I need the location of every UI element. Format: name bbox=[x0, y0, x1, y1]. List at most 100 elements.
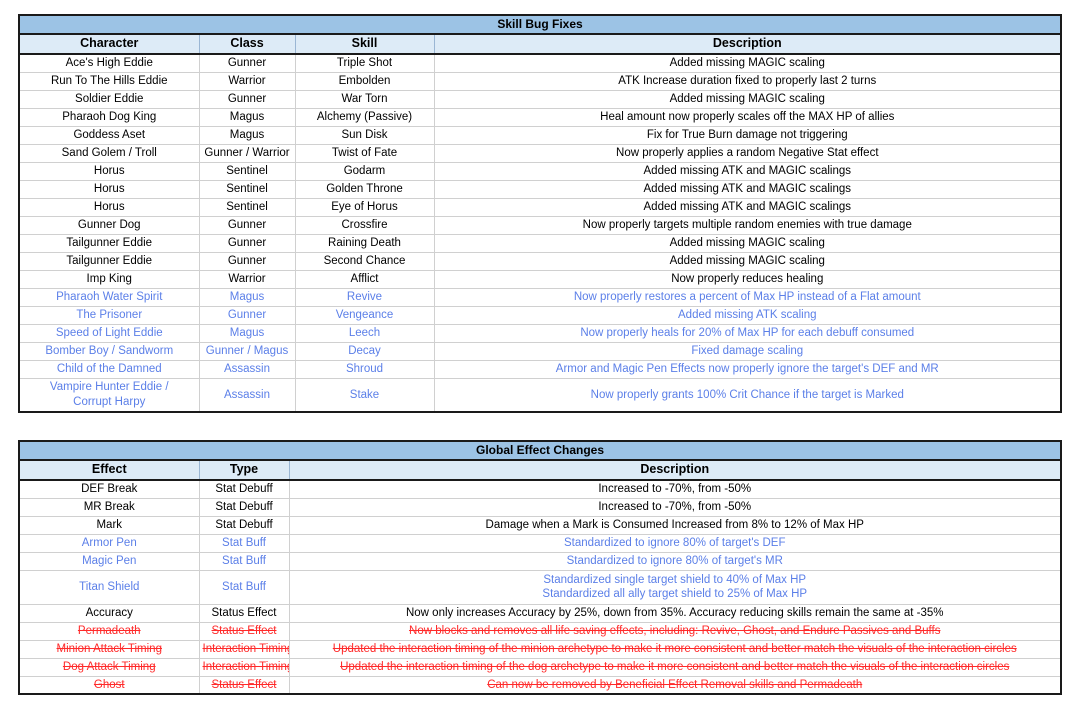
cell-description: Fix for True Burn damage not triggering bbox=[433, 125, 1062, 145]
cell-description: Can now be removed by Beneficial Effect … bbox=[288, 675, 1062, 695]
cell-description: Now properly heals for 20% of Max HP for… bbox=[433, 323, 1062, 343]
cell-description: Added missing MAGIC scaling bbox=[433, 53, 1062, 73]
cell-description: Armor and Magic Pen Effects now properly… bbox=[433, 359, 1062, 379]
cell-class: Sentinel bbox=[198, 179, 296, 199]
cell-effect: MR Break bbox=[18, 497, 200, 517]
table-header-row: Character Class Skill Description bbox=[18, 33, 1062, 55]
cell-class: Magus bbox=[198, 323, 296, 343]
cell-type: Interaction Timing bbox=[198, 639, 290, 659]
cell-skill: Second Chance bbox=[294, 251, 435, 271]
table-skill-bug-fixes: Skill Bug Fixes Character Class Skill Descri… bbox=[18, 14, 1063, 413]
cell-description: Standardized single target shield to 40%… bbox=[288, 569, 1062, 605]
cell-description: Heal amount now properly scales off the … bbox=[433, 107, 1062, 127]
cell-character: Imp King bbox=[18, 269, 200, 289]
cell-class: Gunner bbox=[198, 53, 296, 73]
cell-description: Fixed damage scaling bbox=[433, 341, 1062, 361]
cell-skill: Stake bbox=[294, 377, 435, 413]
cell-character: Horus bbox=[18, 197, 200, 217]
cell-skill: Triple Shot bbox=[294, 53, 435, 73]
cell-character: Bomber Boy / Sandworm bbox=[18, 341, 200, 361]
table-row: Bomber Boy / Sandworm Gunner / Magus Decay… bbox=[18, 341, 1062, 361]
cell-character: Soldier Eddie bbox=[18, 89, 200, 109]
cell-character: Speed of Light Eddie bbox=[18, 323, 200, 343]
cell-skill: Afflict bbox=[294, 269, 435, 289]
cell-effect: Titan Shield bbox=[18, 569, 200, 605]
cell-character: Tailgunner Eddie bbox=[18, 251, 200, 271]
column-header-effect: Effect bbox=[18, 459, 200, 481]
cell-type: Stat Debuff bbox=[198, 479, 290, 499]
cell-skill: Vengeance bbox=[294, 305, 435, 325]
cell-description: Increased to -70%, from -50% bbox=[288, 497, 1062, 517]
cell-class: Assassin bbox=[198, 359, 296, 379]
cell-description: Added missing ATK and MAGIC scalings bbox=[433, 197, 1062, 217]
cell-character: Gunner Dog bbox=[18, 215, 200, 235]
cell-character: Pharaoh Dog King bbox=[18, 107, 200, 127]
cell-skill: Leech bbox=[294, 323, 435, 343]
cell-type: Status Effect bbox=[198, 621, 290, 641]
table-row: Ghost Status Effect Can now be removed by … bbox=[18, 675, 1062, 695]
cell-class: Gunner bbox=[198, 251, 296, 271]
cell-class: Sentinel bbox=[198, 197, 296, 217]
cell-class: Gunner bbox=[198, 89, 296, 109]
table-row: Mark Stat Debuff Damage when a Mark is Con… bbox=[18, 515, 1062, 535]
cell-description: Now properly restores a percent of Max H… bbox=[433, 287, 1062, 307]
table-row: The Prisoner Gunner Vengeance Added missing… bbox=[18, 305, 1062, 325]
cell-character: The Prisoner bbox=[18, 305, 200, 325]
table-title: Skill Bug Fixes bbox=[18, 14, 1062, 35]
table-title-row: Global Effect Changes bbox=[18, 440, 1062, 461]
cell-description: Now properly reduces healing bbox=[433, 269, 1062, 289]
cell-effect: Minion Attack Timing bbox=[18, 639, 200, 659]
cell-description: Added missing ATK and MAGIC scalings bbox=[433, 161, 1062, 181]
table-title: Global Effect Changes bbox=[18, 440, 1062, 461]
cell-line: Standardized all ally target shield to 2… bbox=[542, 588, 808, 600]
cell-class: Gunner bbox=[198, 233, 296, 253]
cell-character: Pharaoh Water Spirit bbox=[18, 287, 200, 307]
table-row: Tailgunner Eddie Gunner Second Chance Added… bbox=[18, 251, 1062, 271]
cell-skill: Raining Death bbox=[294, 233, 435, 253]
cell-character: Ace's High Eddie bbox=[18, 53, 200, 73]
cell-description: Added missing ATK and MAGIC scalings bbox=[433, 179, 1062, 199]
cell-description: Now properly targets multiple random ene… bbox=[433, 215, 1062, 235]
table-row: Ace's High Eddie Gunner Triple Shot Added m… bbox=[18, 53, 1062, 73]
cell-type: Stat Buff bbox=[198, 551, 290, 571]
cell-description: Now blocks and removes all life saving e… bbox=[288, 621, 1062, 641]
cell-skill: Shroud bbox=[294, 359, 435, 379]
cell-effect: Ghost bbox=[18, 675, 200, 695]
table-row: Vampire Hunter Eddie / Corrupt Harpy Assas… bbox=[18, 377, 1062, 413]
cell-class: Warrior bbox=[198, 71, 296, 91]
table-row: Titan Shield Stat Buff Standardized single… bbox=[18, 569, 1062, 605]
cell-description: Updated the interaction timing of the do… bbox=[288, 657, 1062, 677]
table-row: Dog Attack Timing Interaction Timing Updat… bbox=[18, 657, 1062, 677]
cell-skill: War Torn bbox=[294, 89, 435, 109]
cell-class: Magus bbox=[198, 125, 296, 145]
cell-description: Updated the interaction timing of the mi… bbox=[288, 639, 1062, 659]
cell-character: Tailgunner Eddie bbox=[18, 233, 200, 253]
cell-description: Added missing MAGIC scaling bbox=[433, 251, 1062, 271]
cell-skill: Eye of Horus bbox=[294, 197, 435, 217]
cell-skill: Embolden bbox=[294, 71, 435, 91]
table-row: Armor Pen Stat Buff Standardized to ignore… bbox=[18, 533, 1062, 553]
cell-effect: DEF Break bbox=[18, 479, 200, 499]
cell-description: Now properly grants 100% Crit Chance if … bbox=[433, 377, 1062, 413]
cell-effect: Armor Pen bbox=[18, 533, 200, 553]
table-title-row: Skill Bug Fixes bbox=[18, 14, 1062, 35]
cell-class: Gunner / Warrior bbox=[198, 143, 296, 163]
cell-type: Interaction Timing bbox=[198, 657, 290, 677]
cell-description: Now properly applies a random Negative S… bbox=[433, 143, 1062, 163]
cell-skill: Godarm bbox=[294, 161, 435, 181]
table-row: Run To The Hills Eddie Warrior Embolden ATK… bbox=[18, 71, 1062, 91]
table-row: Pharaoh Water Spirit Magus Revive Now prope… bbox=[18, 287, 1062, 307]
cell-class: Gunner / Magus bbox=[198, 341, 296, 361]
table-row: Accuracy Status Effect Now only increases … bbox=[18, 603, 1062, 623]
cell-class: Gunner bbox=[198, 215, 296, 235]
spreadsheet-page: Skill Bug Fixes Character Class Skill Descri… bbox=[0, 0, 1080, 712]
cell-skill: Golden Throne bbox=[294, 179, 435, 199]
cell-class: Warrior bbox=[198, 269, 296, 289]
table-row: Child of the Damned Assassin Shroud Armor a… bbox=[18, 359, 1062, 379]
cell-skill: Alchemy (Passive) bbox=[294, 107, 435, 127]
cell-line: Vampire Hunter Eddie / bbox=[49, 381, 169, 394]
cell-skill: Twist of Fate bbox=[294, 143, 435, 163]
cell-type: Status Effect bbox=[198, 603, 290, 623]
table-row: Minion Attack Timing Interaction Timing Up… bbox=[18, 639, 1062, 659]
column-header-type: Type bbox=[198, 459, 290, 481]
